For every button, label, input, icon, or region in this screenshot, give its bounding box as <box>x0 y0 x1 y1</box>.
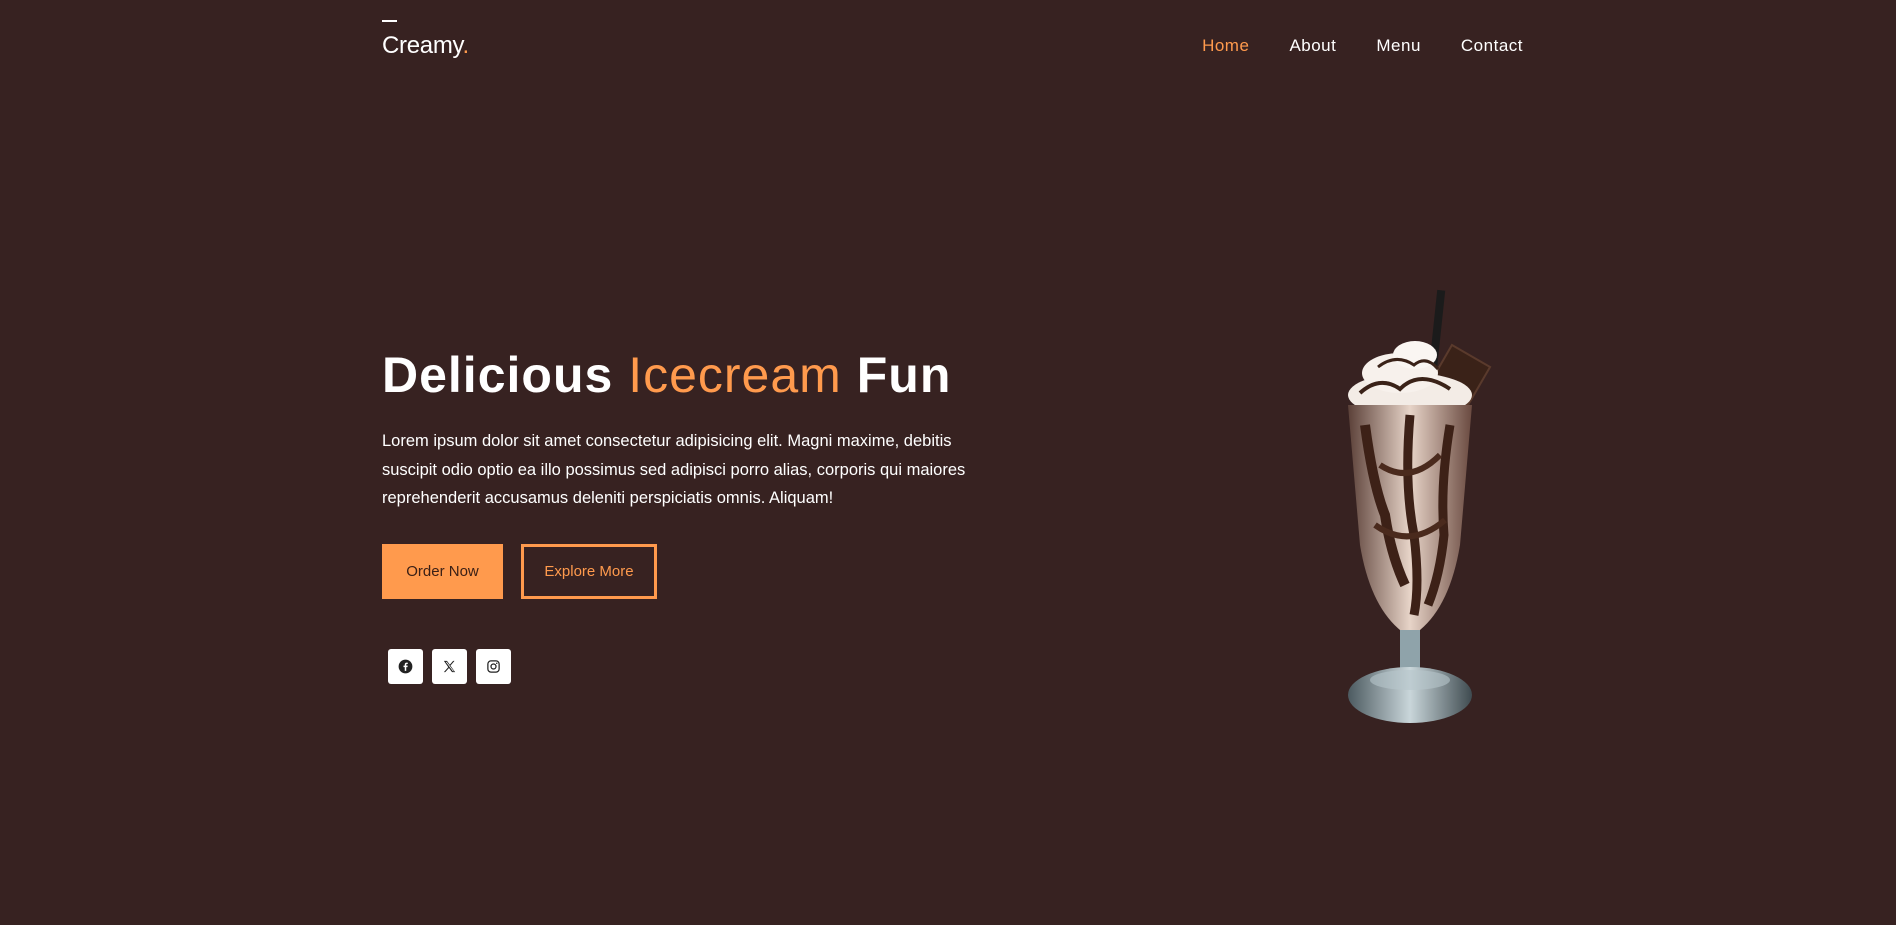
hero-title-part1: Delicious <box>382 347 614 403</box>
explore-more-button[interactable]: Explore More <box>521 544 657 599</box>
order-now-button[interactable]: Order Now <box>382 544 503 599</box>
hero-title-part2: Fun <box>856 347 952 403</box>
facebook-icon <box>398 659 413 674</box>
logo-text: Creamy <box>382 32 463 59</box>
logo[interactable]: Creamy. <box>382 14 469 60</box>
instagram-link[interactable] <box>476 649 511 684</box>
hero-title-accent: Icecream <box>628 347 842 403</box>
nav-about[interactable]: About <box>1289 36 1336 56</box>
nav-menu[interactable]: Menu <box>1376 36 1421 56</box>
nav-home[interactable]: Home <box>1202 36 1249 56</box>
x-twitter-icon <box>443 660 456 673</box>
hero-title: Delicious Icecream Fun <box>382 343 951 407</box>
nav-contact[interactable]: Contact <box>1461 36 1523 56</box>
instagram-icon <box>487 660 500 673</box>
milkshake-image <box>1348 289 1492 723</box>
hero-description: Lorem ipsum dolor sit amet consectetur a… <box>382 432 966 507</box>
logo-bar <box>382 20 397 22</box>
social-links <box>388 649 511 684</box>
site-header: Creamy. Home About Menu Contact <box>0 0 1896 90</box>
logo-dot: . <box>462 32 469 59</box>
x-twitter-link[interactable] <box>432 649 467 684</box>
main-nav: Home About Menu Contact <box>1202 36 1523 56</box>
facebook-link[interactable] <box>388 649 423 684</box>
